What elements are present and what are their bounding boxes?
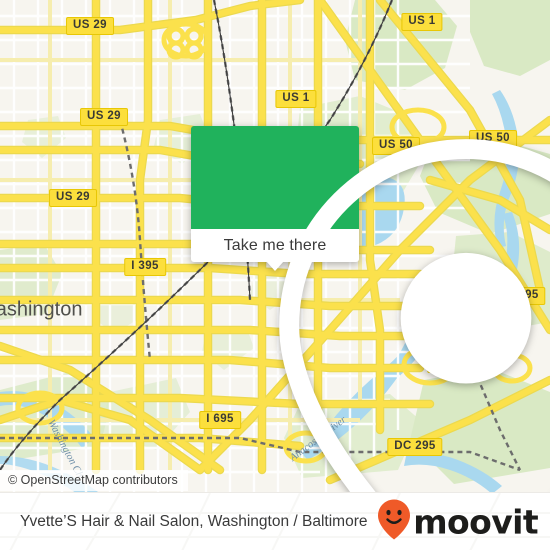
road-shield: US 29	[49, 189, 97, 207]
moovit-place-card-screenshot: US 29 US 1 US 1 US 29 US 50 US 50 US 29 …	[0, 0, 550, 550]
moovit-pin-smiley-icon	[377, 498, 411, 545]
map-canvas[interactable]: US 29 US 1 US 1 US 29 US 50 US 50 US 29 …	[0, 0, 550, 492]
moovit-logo[interactable]: moovit	[377, 498, 539, 545]
popup-action-area[interactable]: Take me there	[191, 229, 359, 271]
moovit-wordmark: moovit	[413, 502, 538, 541]
road-shield: US 1	[401, 13, 443, 31]
take-me-there-label: Take me there	[223, 236, 327, 254]
road-shield: US 29	[80, 108, 128, 126]
footer-bar: Yvette’S Hair & Nail Salon, Washington /…	[0, 492, 550, 550]
road-shield: US 29	[66, 17, 114, 35]
popup-image-area	[191, 126, 550, 492]
city-label-washington: Washington	[0, 298, 83, 321]
road-shield: US 1	[275, 90, 317, 108]
place-popup-card[interactable]: Take me there	[191, 126, 550, 492]
road-shield: I 395	[124, 258, 166, 276]
osm-attribution[interactable]: © OpenStreetMap contributors	[0, 470, 188, 491]
place-title: Yvette’S Hair & Nail Salon, Washington /…	[20, 512, 368, 530]
popup-pointer-tail	[266, 261, 284, 271]
